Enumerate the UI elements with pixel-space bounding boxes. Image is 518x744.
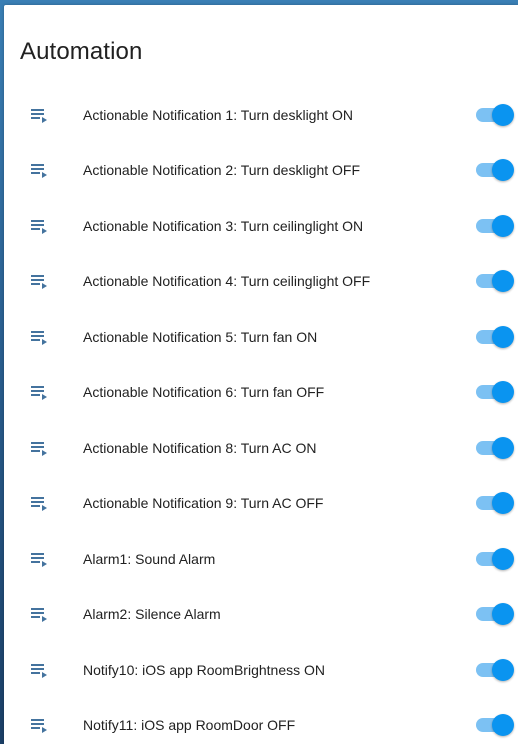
automation-label: Actionable Notification 9: Turn AC OFF	[83, 495, 324, 512]
automation-label: Notify10: iOS app RoomBrightness ON	[83, 661, 325, 678]
playlist-play-icon	[28, 602, 52, 626]
automation-toggle[interactable]	[474, 325, 518, 349]
automation-row[interactable]: Actionable Notification 8: Turn AC ON	[4, 420, 518, 476]
toggle-thumb	[492, 714, 514, 737]
automation-label: Notify11: iOS app RoomDoor OFF	[83, 717, 296, 734]
toggle-thumb	[492, 492, 514, 515]
automation-toggle[interactable]	[474, 547, 518, 571]
playlist-play-icon	[28, 269, 52, 293]
toggle-thumb	[492, 103, 514, 126]
toggle-thumb	[492, 214, 514, 237]
automation-label: Alarm2: Silence Alarm	[83, 606, 221, 623]
toggle-thumb	[492, 547, 514, 570]
automation-row[interactable]: Actionable Notification 4: Turn ceilingl…	[4, 254, 518, 310]
automation-row[interactable]: Notify10: iOS app RoomBrightness ON	[4, 642, 518, 698]
automation-toggle[interactable]	[474, 269, 518, 293]
automation-label: Alarm1: Sound Alarm	[83, 550, 216, 567]
automation-row[interactable]: Alarm2: Silence Alarm	[4, 587, 518, 643]
toggle-thumb	[492, 603, 514, 626]
automation-row[interactable]: Notify11: iOS app RoomDoor OFF	[4, 698, 518, 744]
playlist-play-icon	[28, 713, 52, 737]
playlist-play-icon	[28, 658, 52, 682]
automation-row[interactable]: Alarm1: Sound Alarm	[4, 531, 518, 587]
automation-row[interactable]: Actionable Notification 6: Turn fan OFF	[4, 365, 518, 421]
playlist-play-icon	[28, 491, 52, 515]
playlist-play-icon	[28, 380, 52, 404]
automation-row[interactable]: Actionable Notification 3: Turn ceilingl…	[4, 198, 518, 254]
card-title: Automation	[20, 38, 143, 65]
automation-toggle[interactable]	[474, 602, 518, 626]
playlist-play-icon	[28, 325, 52, 349]
automation-row[interactable]: Actionable Notification 1: Turn deskligh…	[4, 87, 518, 143]
automation-toggle[interactable]	[474, 436, 518, 460]
automation-row[interactable]: Actionable Notification 9: Turn AC OFF	[4, 476, 518, 532]
toggle-thumb	[492, 381, 514, 404]
automation-label: Actionable Notification 8: Turn AC ON	[83, 439, 317, 456]
playlist-play-icon	[28, 214, 52, 238]
automation-label: Actionable Notification 2: Turn deskligh…	[83, 162, 361, 179]
toggle-thumb	[492, 270, 514, 293]
automation-label: Actionable Notification 5: Turn fan ON	[83, 328, 318, 345]
automation-toggle[interactable]	[474, 214, 518, 238]
automation-toggle[interactable]	[474, 713, 518, 737]
toggle-thumb	[492, 658, 514, 681]
playlist-play-icon	[28, 103, 52, 127]
automation-toggle[interactable]	[474, 491, 518, 515]
automation-toggle[interactable]	[474, 380, 518, 404]
toggle-thumb	[492, 159, 514, 182]
playlist-play-icon	[28, 547, 52, 571]
toggle-thumb	[492, 436, 514, 459]
automation-list: Actionable Notification 1: Turn deskligh…	[4, 87, 518, 744]
automation-card: Automation Actionable Notification 1: Tu…	[4, 5, 518, 744]
automation-toggle[interactable]	[474, 103, 518, 127]
automation-label: Actionable Notification 4: Turn ceilingl…	[83, 273, 371, 290]
automation-toggle[interactable]	[474, 158, 518, 182]
toggle-thumb	[492, 325, 514, 348]
playlist-play-icon	[28, 158, 52, 182]
automation-label: Actionable Notification 3: Turn ceilingl…	[83, 217, 364, 234]
automation-toggle[interactable]	[474, 658, 518, 682]
automation-label: Actionable Notification 1: Turn deskligh…	[83, 106, 354, 123]
automation-label: Actionable Notification 6: Turn fan OFF	[83, 384, 325, 401]
playlist-play-icon	[28, 436, 52, 460]
automation-row[interactable]: Actionable Notification 2: Turn deskligh…	[4, 143, 518, 199]
automation-row[interactable]: Actionable Notification 5: Turn fan ON	[4, 309, 518, 365]
